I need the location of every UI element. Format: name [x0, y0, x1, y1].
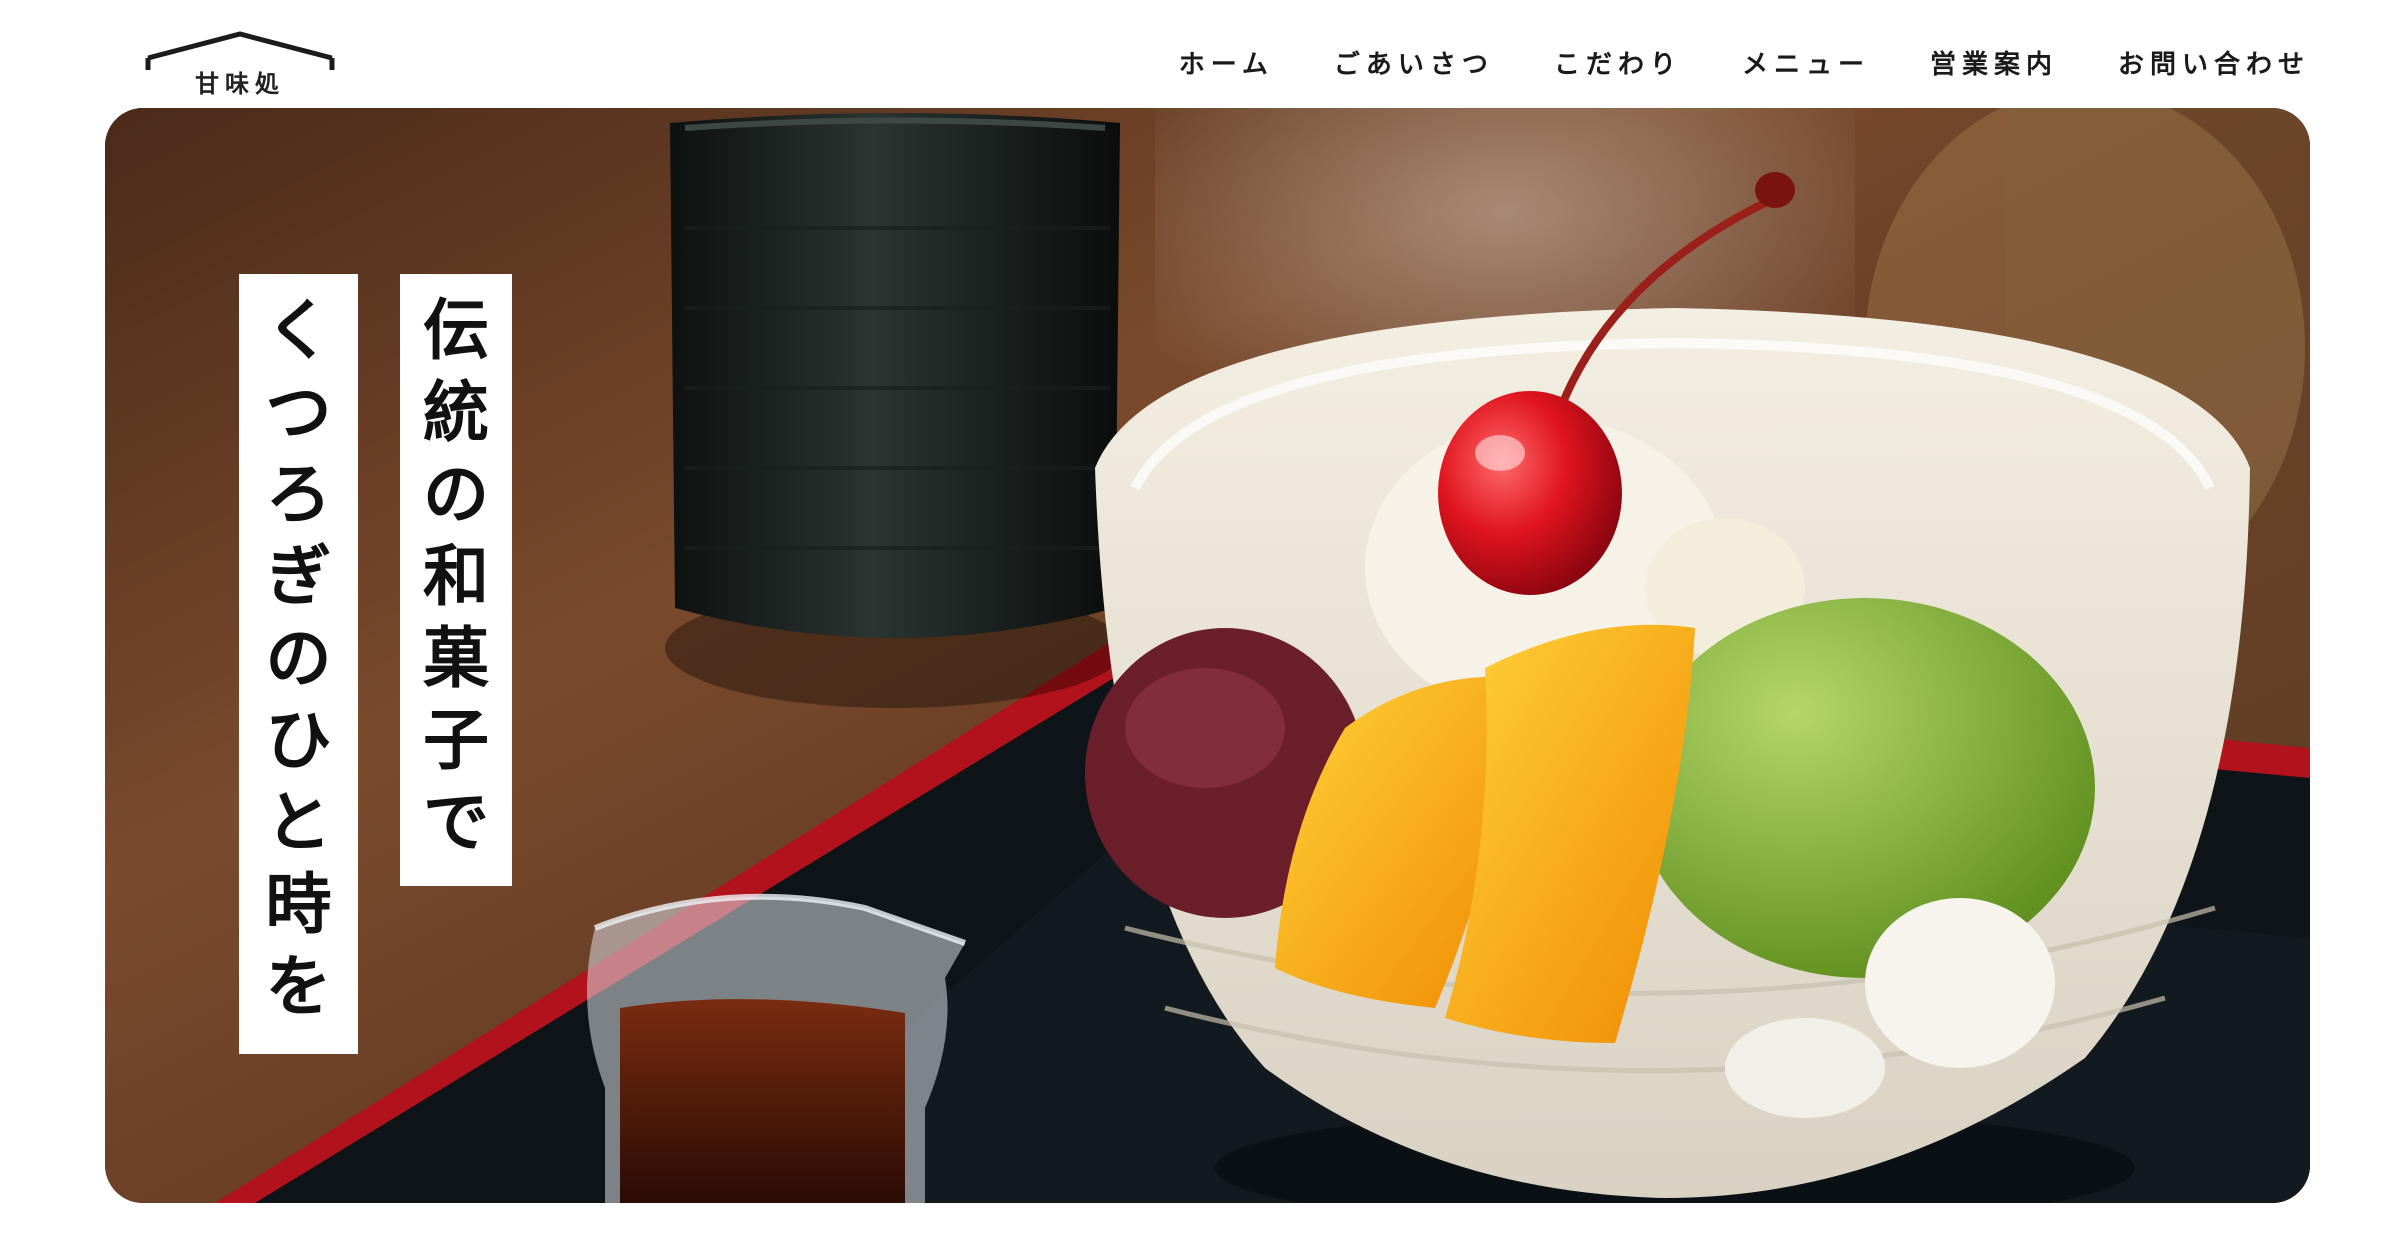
- hero-copy-line-2: く つ ろ ぎ の ひ と 時 を: [239, 274, 358, 1054]
- hero-copy-char: ろ: [265, 456, 332, 533]
- hero-copy-char: ひ: [265, 702, 332, 779]
- hero-copy-char: 和: [423, 538, 489, 615]
- hero-copy-char: 時: [265, 866, 332, 943]
- hero-copy-char: と: [265, 784, 332, 861]
- hero-copy-char: く: [265, 292, 332, 369]
- hero-copy-char: 統: [423, 374, 489, 451]
- global-nav: ホーム ごあいさつ こだわり メニュー 営業案内 お問い合わせ: [1179, 42, 2310, 82]
- hero-copy-char: を: [265, 948, 332, 1025]
- nav-home[interactable]: ホーム: [1179, 44, 1274, 81]
- hero-copy-line-1: 伝 統 の 和 菓 子 で: [400, 274, 512, 886]
- hero-visual: 伝 統 の 和 菓 子 で く つ ろ ぎ の ひ と 時 を: [105, 108, 2310, 1203]
- hero-copy-char: 菓: [423, 620, 489, 697]
- hero-copy-char: ぎ: [265, 538, 332, 615]
- nav-greeting[interactable]: ごあいさつ: [1334, 44, 1494, 81]
- hero-copy-char: 伝: [423, 292, 489, 369]
- nav-commitment[interactable]: こだわり: [1554, 44, 1682, 81]
- hero-copy-char: で: [423, 784, 489, 861]
- nav-menu[interactable]: メニュー: [1742, 44, 1870, 81]
- hero-copy-char: つ: [265, 374, 332, 451]
- hero-copy-char: の: [423, 456, 489, 533]
- nav-contact[interactable]: お問い合わせ: [2118, 44, 2310, 81]
- nav-business-info[interactable]: 営業案内: [1930, 44, 2058, 81]
- hero-copy-char: 子: [423, 702, 489, 779]
- hero-copy-char: の: [265, 620, 332, 697]
